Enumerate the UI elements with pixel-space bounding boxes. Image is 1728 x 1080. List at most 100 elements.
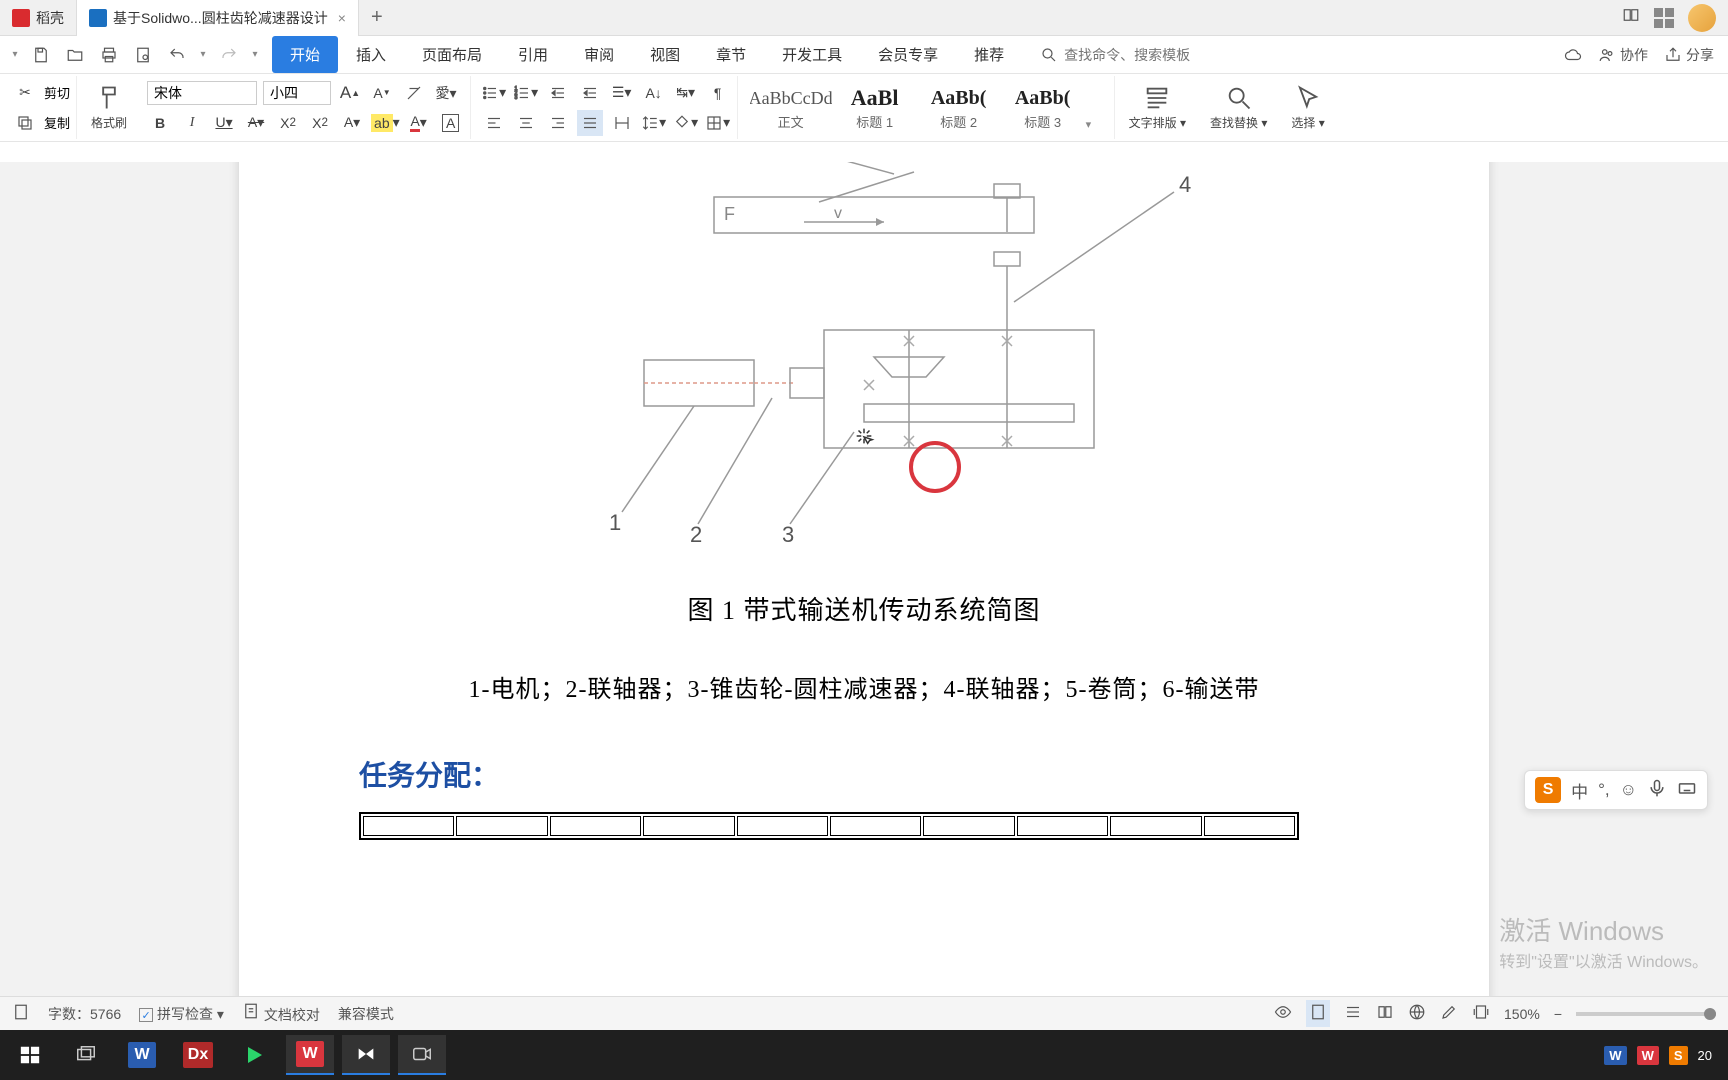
- shading-button[interactable]: ▾: [673, 110, 699, 136]
- indent-decrease-button[interactable]: [545, 80, 571, 106]
- cut-icon[interactable]: ✂: [12, 80, 38, 106]
- bullets-button[interactable]: ▾: [481, 80, 507, 106]
- ime-punct-icon[interactable]: °,: [1598, 780, 1610, 800]
- document-area[interactable]: F v 6 4: [0, 162, 1728, 1040]
- word-taskbar-icon[interactable]: W: [118, 1035, 166, 1075]
- ribbon-tab-insert[interactable]: 插入: [338, 36, 404, 73]
- undo-dropdown[interactable]: ▾: [197, 41, 209, 69]
- sort-button[interactable]: A↓: [641, 80, 667, 106]
- dx-taskbar-icon[interactable]: Dx: [174, 1035, 222, 1075]
- tray-w-icon[interactable]: W: [1604, 1046, 1626, 1065]
- italic-button[interactable]: I: [179, 110, 205, 136]
- change-case-button[interactable]: A▾: [339, 110, 365, 136]
- media-player-icon[interactable]: [230, 1035, 278, 1075]
- print-icon[interactable]: [95, 41, 123, 69]
- align-justify-button[interactable]: [577, 110, 603, 136]
- fit-page-icon[interactable]: [1472, 1003, 1490, 1024]
- ime-keyboard-icon[interactable]: [1677, 778, 1697, 803]
- numbering-button[interactable]: 123▾: [513, 80, 539, 106]
- doc-status-icon[interactable]: [12, 1003, 30, 1024]
- command-search[interactable]: [1040, 46, 1224, 64]
- view-page-icon[interactable]: [1306, 1000, 1330, 1027]
- borders-button[interactable]: ▾: [705, 110, 731, 136]
- style-heading1[interactable]: AaBl标题 1: [834, 84, 916, 131]
- styles-dropdown[interactable]: ▾: [1086, 84, 1106, 131]
- line-spacing-button[interactable]: ▾: [641, 110, 667, 136]
- wps-taskbar-icon[interactable]: W: [286, 1035, 334, 1075]
- grow-font-icon[interactable]: A▲: [337, 80, 363, 106]
- text-layout-button[interactable]: 文字排版 ▾: [1119, 76, 1196, 139]
- ime-emoji-icon[interactable]: ☺: [1620, 780, 1637, 800]
- format-brush[interactable]: 格式刷: [81, 76, 137, 139]
- save-icon[interactable]: [27, 41, 55, 69]
- collab-button[interactable]: 协作: [1598, 45, 1648, 65]
- tray-time[interactable]: 20: [1698, 1048, 1712, 1063]
- redo-icon[interactable]: [215, 41, 243, 69]
- ribbon-tab-review[interactable]: 审阅: [566, 36, 632, 73]
- ribbon-tab-recommend[interactable]: 推荐: [956, 36, 1022, 73]
- asian-layout-button[interactable]: ☰▾: [609, 80, 635, 106]
- char-border-button[interactable]: A: [438, 110, 464, 136]
- indent-increase-button[interactable]: [577, 80, 603, 106]
- view-web-icon[interactable]: [1408, 1003, 1426, 1024]
- ribbon-tab-chapter[interactable]: 章节: [698, 36, 764, 73]
- highlight-button[interactable]: ab▾: [371, 110, 400, 136]
- view-reading-icon[interactable]: [1376, 1003, 1394, 1024]
- avatar[interactable]: [1688, 4, 1716, 32]
- capcut-taskbar-icon[interactable]: [342, 1035, 390, 1075]
- clear-format-icon[interactable]: [401, 80, 427, 106]
- ribbon-tab-devtools[interactable]: 开发工具: [764, 36, 860, 73]
- ribbon-tab-view[interactable]: 视图: [632, 36, 698, 73]
- find-replace-button[interactable]: 查找替换 ▾: [1200, 76, 1277, 139]
- search-input[interactable]: [1064, 47, 1224, 63]
- phonetic-icon[interactable]: 愛▾: [433, 80, 459, 106]
- distribute-button[interactable]: [609, 110, 635, 136]
- style-heading2[interactable]: AaBb(标题 2: [918, 84, 1000, 131]
- share-button[interactable]: 分享: [1664, 45, 1714, 65]
- superscript-button[interactable]: X2: [275, 110, 301, 136]
- undo-icon[interactable]: [163, 41, 191, 69]
- taskview-icon[interactable]: [62, 1035, 110, 1075]
- docfix-button[interactable]: 文档校对: [242, 1002, 320, 1025]
- compat-mode[interactable]: 兼容模式: [338, 1004, 394, 1024]
- ribbon-tab-reference[interactable]: 引用: [500, 36, 566, 73]
- window-mode-icon[interactable]: [1622, 6, 1640, 29]
- ime-toolbar[interactable]: S 中 °, ☺: [1524, 770, 1708, 810]
- spellcheck-toggle[interactable]: ✓ 拼写检查 ▾: [139, 1004, 224, 1024]
- recorder-taskbar-icon[interactable]: [398, 1035, 446, 1075]
- ribbon-tab-home[interactable]: 开始: [272, 36, 338, 73]
- view-outline-icon[interactable]: [1344, 1003, 1362, 1024]
- wordcount[interactable]: 字数：5766: [48, 1004, 121, 1024]
- underline-button[interactable]: U▾: [211, 110, 237, 136]
- zoom-value[interactable]: 150%: [1504, 1006, 1540, 1022]
- eye-icon[interactable]: [1274, 1003, 1292, 1024]
- print-preview-icon[interactable]: [129, 41, 157, 69]
- zoom-out-button[interactable]: −: [1554, 1006, 1562, 1022]
- tray-s-icon[interactable]: S: [1669, 1046, 1688, 1065]
- align-center-button[interactable]: [513, 110, 539, 136]
- ribbon-tab-member[interactable]: 会员专享: [860, 36, 956, 73]
- subscript-button[interactable]: X2: [307, 110, 333, 136]
- menu-dropdown[interactable]: ▾: [9, 41, 21, 69]
- bold-button[interactable]: B: [147, 110, 173, 136]
- tab-daoke[interactable]: 稻壳: [0, 0, 77, 36]
- view-draft-icon[interactable]: [1440, 1003, 1458, 1024]
- ribbon-tab-layout[interactable]: 页面布局: [404, 36, 500, 73]
- font-name-select[interactable]: [147, 81, 257, 105]
- tab-document[interactable]: 基于Solidwo...圆柱齿轮减速器设计 ×: [77, 0, 359, 36]
- tray-wn-icon[interactable]: W: [1637, 1046, 1659, 1065]
- align-left-button[interactable]: [481, 110, 507, 136]
- start-button[interactable]: [6, 1035, 54, 1075]
- show-marks-button[interactable]: ¶: [705, 80, 731, 106]
- quickbar-dropdown[interactable]: ▾: [249, 41, 261, 69]
- strikethrough-button[interactable]: A▾: [243, 110, 269, 136]
- tab-symbol-button[interactable]: ↹▾: [673, 80, 699, 106]
- new-tab-button[interactable]: +: [359, 6, 395, 29]
- copy-icon[interactable]: [12, 110, 38, 136]
- font-size-select[interactable]: [263, 81, 331, 105]
- close-icon[interactable]: ×: [338, 10, 346, 26]
- apps-grid-icon[interactable]: [1654, 8, 1674, 28]
- shrink-font-icon[interactable]: A▼: [369, 80, 395, 106]
- style-heading3[interactable]: AaBb(标题 3: [1002, 84, 1084, 131]
- cloud-icon[interactable]: [1564, 46, 1582, 64]
